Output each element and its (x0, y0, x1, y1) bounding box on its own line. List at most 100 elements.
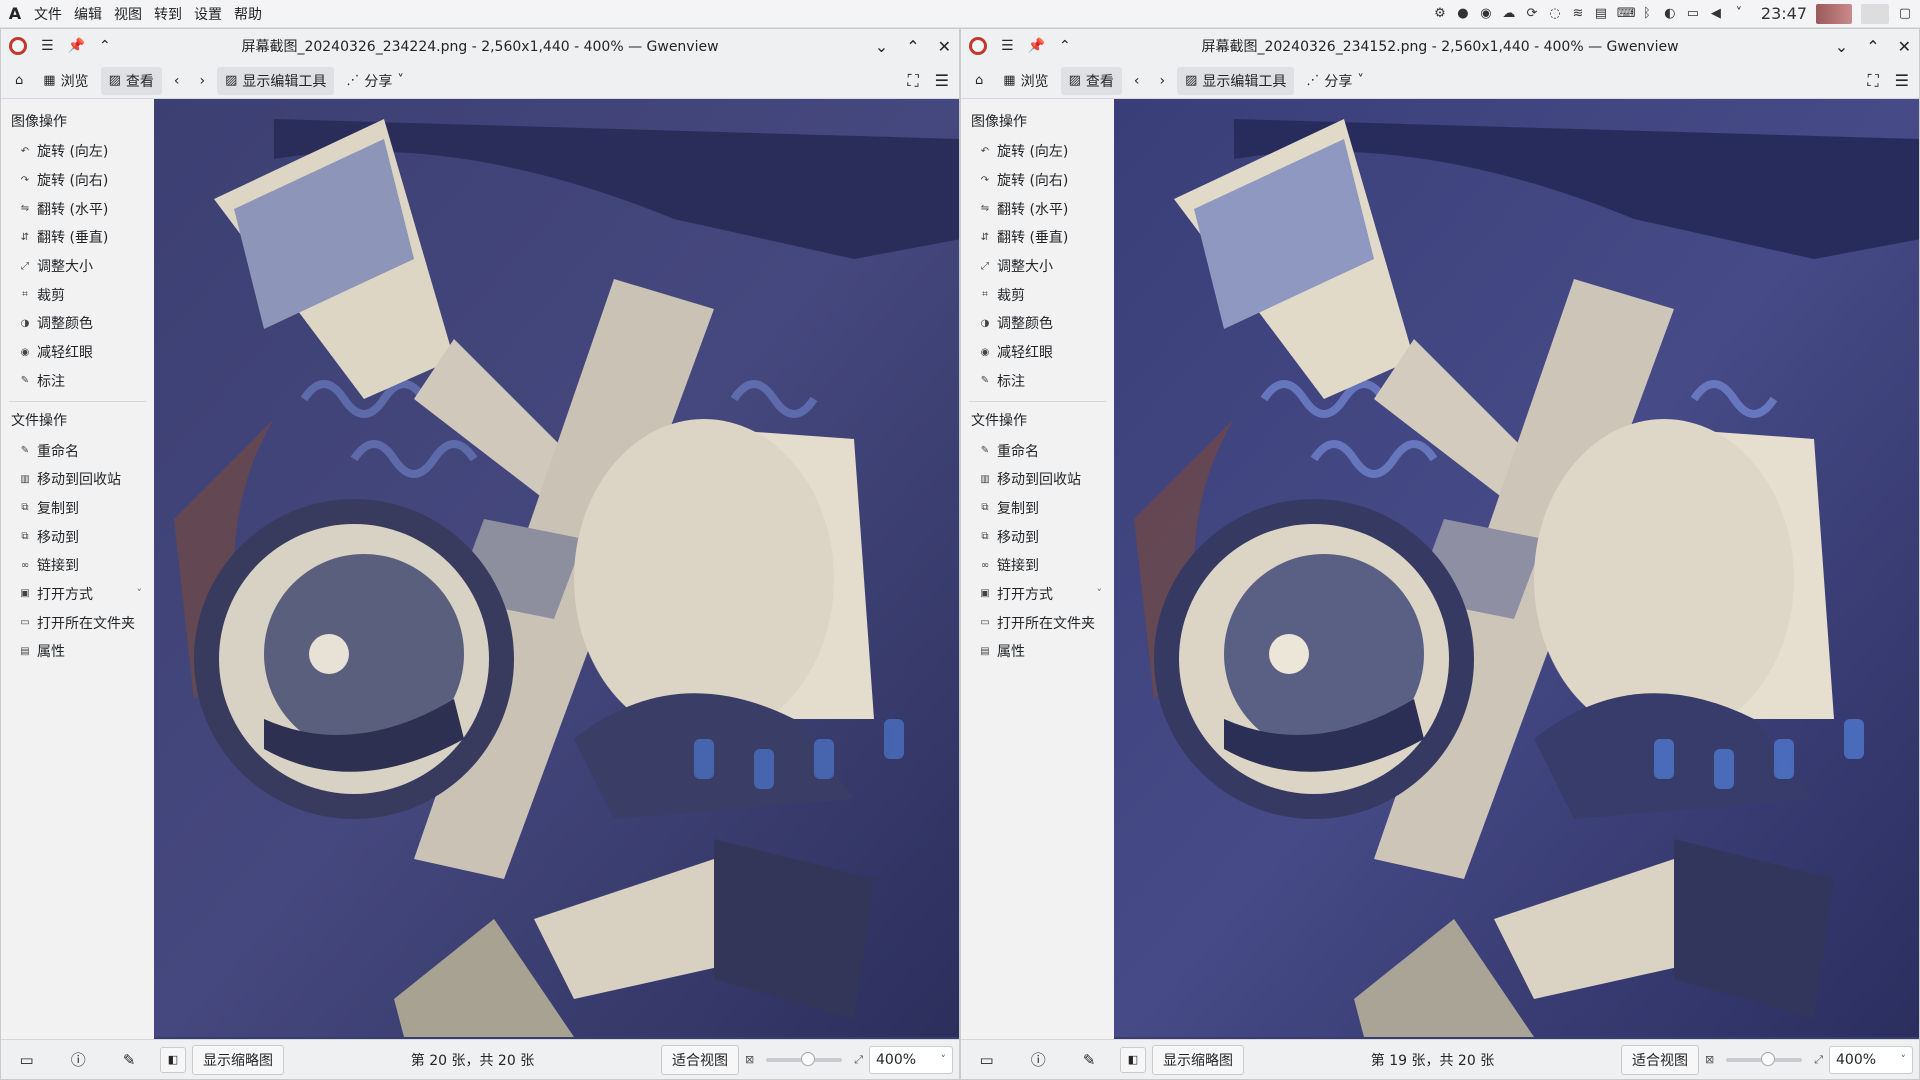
zoom-select[interactable]: 400% ˅ (1829, 1045, 1913, 1074)
menu-edit[interactable]: 编辑 (68, 4, 108, 24)
keep-above-icon[interactable]: ⌃ (1059, 38, 1071, 54)
gwenview-app-icon[interactable] (969, 37, 987, 55)
sidebar-item-trash[interactable]: ▥ 移动到回收站 (1, 465, 154, 494)
fullscreen-icon[interactable]: ⛶ (1867, 71, 1878, 91)
sidebar-item-crop[interactable]: ⌗ 裁剪 (1, 280, 154, 309)
info-icon[interactable]: ⓘ (71, 1049, 86, 1070)
home-button[interactable]: ⌂ (7, 67, 31, 95)
home-button[interactable]: ⌂ (967, 67, 991, 95)
zoom-out-icon[interactable]: ⊠ (745, 1053, 754, 1066)
sidebar-item-rotate-left[interactable]: ↶ 旋转 (向左) (961, 137, 1114, 166)
image-viewer[interactable] (1114, 99, 1919, 1039)
menu-icon[interactable]: ☰ (935, 71, 949, 91)
hamburger-icon[interactable]: ☰ (41, 38, 54, 54)
zoom-select[interactable]: 400% ˅ (869, 1045, 953, 1074)
cloud-icon[interactable]: ☁ (1502, 6, 1516, 21)
pin-icon[interactable]: 📌 (1028, 38, 1045, 54)
maximize-icon[interactable]: ⌃ (906, 37, 919, 56)
sidebar-toggle-button[interactable]: ◧ (1120, 1046, 1146, 1073)
sidebar-item-rotate-left[interactable]: ↶ 旋转 (向左) (1, 137, 154, 166)
hamburger-icon[interactable]: ☰ (1001, 38, 1014, 54)
sidebar-item-adjust-colors[interactable]: ◑ 调整颜色 (1, 309, 154, 338)
sidebar-item-trash[interactable]: ▥ 移动到回收站 (961, 465, 1114, 494)
sidebar-item-red-eye[interactable]: ◉ 减轻红眼 (961, 338, 1114, 367)
notification-icon[interactable]: ⚙ (1433, 6, 1447, 21)
app-logo[interactable]: A (2, 4, 28, 23)
view-button[interactable]: ▨ 查看 (100, 66, 162, 95)
minimize-icon[interactable]: ⌄ (1835, 37, 1848, 56)
sidebar-item-open-with[interactable]: ▣ 打开方式 ˅ (961, 580, 1114, 609)
zoom-slider-knob[interactable] (800, 1051, 815, 1066)
maximize-icon[interactable]: ⌃ (1866, 37, 1879, 56)
next-button[interactable]: › (191, 67, 213, 95)
sidebar-item-open-folder[interactable]: ▭ 打开所在文件夹 (1, 608, 154, 637)
show-edit-tools-button[interactable]: ▨ 显示编辑工具 (1177, 66, 1295, 95)
zoom-slider[interactable] (1726, 1051, 1803, 1066)
sync-icon[interactable]: ⟳ (1525, 6, 1539, 21)
sidebar-item-move-to[interactable]: ⧉ 移动到 (961, 522, 1114, 551)
sidebar-item-annotate[interactable]: ✎ 标注 (961, 367, 1114, 396)
sidebar-item-rename[interactable]: ✎ 重命名 (1, 436, 154, 465)
folder-panel-icon[interactable]: ▭ (980, 1051, 994, 1069)
sidebar-item-open-folder[interactable]: ▭ 打开所在文件夹 (961, 608, 1114, 637)
sidebar-item-adjust-colors[interactable]: ◑ 调整颜色 (961, 309, 1114, 338)
close-icon[interactable]: ✕ (938, 37, 951, 56)
clock[interactable]: 23:47 (1761, 4, 1807, 23)
menu-file[interactable]: 文件 (28, 4, 68, 24)
next-button[interactable]: › (1151, 67, 1173, 95)
image-viewer[interactable] (154, 99, 959, 1039)
browse-button[interactable]: ▦ 浏览 (35, 67, 96, 95)
keep-above-icon[interactable]: ⌃ (99, 38, 111, 54)
sidebar-item-open-with[interactable]: ▣ 打开方式 ˅ (1, 580, 154, 609)
share-button[interactable]: ⋰ 分享 ˅ (338, 67, 412, 95)
share-button[interactable]: ⋰ 分享 ˅ (1298, 67, 1372, 95)
zoom-out-icon[interactable]: ⊠ (1705, 1053, 1714, 1066)
vpn-icon[interactable]: ◐ (1663, 6, 1677, 21)
network-status-icon[interactable]: ◌ (1548, 6, 1562, 21)
fullscreen-icon[interactable]: ⛶ (907, 71, 918, 91)
show-edit-tools-button[interactable]: ▨ 显示编辑工具 (217, 66, 335, 95)
edit-icon[interactable]: ✎ (1083, 1051, 1096, 1069)
info-icon[interactable]: ⓘ (1031, 1049, 1046, 1070)
previous-button[interactable]: ‹ (1126, 67, 1148, 95)
sidebar-item-rotate-right[interactable]: ↷ 旋转 (向右) (1, 166, 154, 195)
sidebar-item-annotate[interactable]: ✎ 标注 (1, 367, 154, 396)
menu-go[interactable]: 转到 (148, 4, 188, 24)
menu-icon[interactable]: ☰ (1895, 71, 1909, 91)
show-thumbnails-button[interactable]: 显示缩略图 (192, 1044, 284, 1075)
previous-button[interactable]: ‹ (166, 67, 188, 95)
sidebar-item-resize[interactable]: ⤢ 调整大小 (961, 252, 1114, 281)
volume-icon[interactable]: ◀ (1709, 6, 1723, 21)
sidebar-item-move-to[interactable]: ⧉ 移动到 (1, 522, 154, 551)
browse-button[interactable]: ▦ 浏览 (995, 67, 1056, 95)
wechat-icon[interactable]: ◉ (1479, 6, 1493, 21)
sidebar-item-copy-to[interactable]: ⧉ 复制到 (1, 494, 154, 523)
show-desktop-icon[interactable]: ▢ (1898, 6, 1912, 21)
keyboard-icon[interactable]: ⌨ (1617, 6, 1636, 21)
menu-settings[interactable]: 设置 (188, 4, 228, 24)
fit-view-button[interactable]: 适合视图 (660, 1044, 739, 1075)
display-icon[interactable]: ▭ (1686, 6, 1700, 21)
zoom-slider-knob[interactable] (1760, 1051, 1775, 1066)
menu-help[interactable]: 帮助 (228, 4, 268, 24)
fit-view-button[interactable]: 适合视图 (1620, 1044, 1699, 1075)
sidebar-item-rename[interactable]: ✎ 重命名 (961, 436, 1114, 465)
close-icon[interactable]: ✕ (1898, 37, 1911, 56)
sidebar-item-properties[interactable]: ▤ 属性 (1, 637, 154, 666)
qq-icon[interactable]: ● (1456, 6, 1470, 21)
edit-icon[interactable]: ✎ (123, 1051, 136, 1069)
clipboard-icon[interactable]: ▤ (1594, 6, 1608, 21)
sidebar-item-link-to[interactable]: ∞ 链接到 (961, 551, 1114, 580)
gwenview-app-icon[interactable] (9, 37, 27, 55)
sidebar-item-copy-to[interactable]: ⧉ 复制到 (961, 494, 1114, 523)
folder-panel-icon[interactable]: ▭ (20, 1051, 34, 1069)
sidebar-item-link-to[interactable]: ∞ 链接到 (1, 551, 154, 580)
sidebar-toggle-button[interactable]: ◧ (160, 1046, 186, 1073)
sidebar-item-rotate-right[interactable]: ↷ 旋转 (向右) (961, 166, 1114, 195)
minimize-icon[interactable]: ⌄ (875, 37, 888, 56)
sidebar-item-properties[interactable]: ▤ 属性 (961, 637, 1114, 666)
sidebar-item-flip-vertical[interactable]: ⇵ 翻转 (垂直) (961, 223, 1114, 252)
zoom-in-icon[interactable]: ⤢ (1814, 1053, 1823, 1067)
sidebar-item-flip-horizontal[interactable]: ⇋ 翻转 (水平) (961, 194, 1114, 223)
show-thumbnails-button[interactable]: 显示缩略图 (1152, 1044, 1244, 1075)
